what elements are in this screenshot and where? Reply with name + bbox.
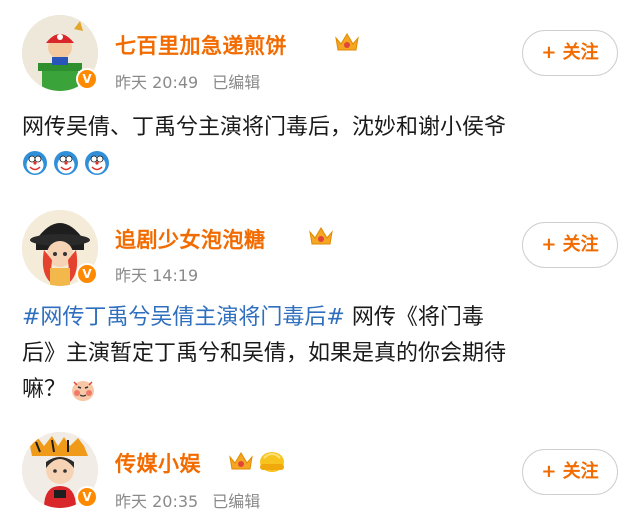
post-meta: 昨天 14:19: [115, 262, 198, 286]
username[interactable]: 七百里加急递煎饼: [115, 30, 287, 60]
doraemon-emoji: [23, 151, 47, 175]
username[interactable]: 追剧少女泡泡糖: [115, 224, 266, 254]
post-meta: 昨天 20:35 已编辑: [115, 488, 260, 512]
crown-icon: [229, 452, 253, 470]
username[interactable]: 传媒小娱: [115, 448, 201, 478]
post-text: 网传吴倩、丁禹兮主演将门毒后，沈妙和谢小侯爷: [22, 110, 622, 146]
post-text-content: 网传吴倩、丁禹兮主演将门毒后，沈妙和谢小侯爷: [22, 115, 507, 140]
post-meta: 昨天 20:49 已编辑: [115, 69, 260, 93]
hashtag-link[interactable]: #网传丁禹兮吴倩主演将门毒后#: [22, 305, 345, 330]
edited-label: 已编辑: [212, 492, 261, 511]
post-text-line: #网传丁禹兮吴倩主演将门毒后# 网传《将门毒: [22, 300, 622, 336]
doraemon-emoji: [85, 151, 110, 175]
post-text: #网传丁禹兮吴倩主演将门毒后# 网传《将门毒 后》主演暂定丁禹兮和吴倩，如果是真…: [22, 300, 622, 408]
crown-icon: [309, 227, 333, 245]
shy-face-emoji: [72, 381, 95, 401]
edited-label: 已编辑: [212, 73, 261, 92]
emoji-row: [22, 150, 110, 178]
verified-badge-icon: V: [76, 68, 98, 90]
doraemon-emoji: [54, 151, 79, 175]
post-text-content: 嘛？: [22, 377, 67, 402]
verified-badge-icon: V: [76, 263, 98, 285]
follow-button[interactable]: + 关注: [522, 30, 618, 76]
follow-button[interactable]: + 关注: [522, 222, 618, 268]
gold-badge-icon: [260, 452, 284, 472]
post-text-content: 网传《将门毒: [344, 305, 484, 330]
crown-icon: [335, 33, 359, 51]
post-time: 昨天 20:35: [115, 492, 199, 511]
post-time: 昨天 20:49: [115, 73, 199, 92]
follow-button[interactable]: + 关注: [522, 449, 618, 495]
post-text-line: 后》主演暂定丁禹兮和吴倩，如果是真的你会期待: [22, 341, 507, 366]
post-time: 昨天 14:19: [115, 266, 199, 285]
verified-badge-icon: V: [76, 486, 98, 508]
post-text-line: 嘛？: [22, 372, 622, 408]
